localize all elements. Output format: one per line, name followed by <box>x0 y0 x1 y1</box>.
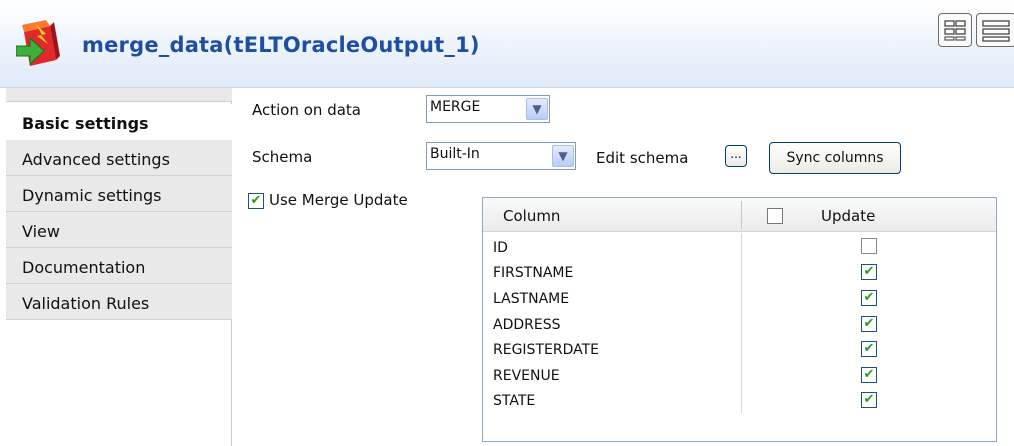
column-divider <box>741 201 742 229</box>
schema-label: Schema <box>252 148 313 166</box>
grid-view-button[interactable] <box>938 13 972 47</box>
settings-tabs: Basic settings Advanced settings Dynamic… <box>0 88 232 446</box>
tab-basic-settings[interactable]: Basic settings <box>6 104 232 140</box>
sync-columns-button[interactable]: Sync columns <box>769 142 901 174</box>
tab-dynamic-settings[interactable]: Dynamic settings <box>6 176 232 212</box>
tab-documentation[interactable]: Documentation <box>6 248 232 284</box>
action-on-data-label: Action on data <box>252 101 361 119</box>
column-header[interactable]: Column <box>503 207 560 225</box>
component-title: merge_data(tELTOracleOutput_1) <box>82 33 480 57</box>
use-merge-update-checkbox[interactable]: ✔ <box>248 193 264 209</box>
action-on-data-value: MERGE <box>430 99 481 115</box>
update-checkbox-firstname[interactable]: ✔ <box>861 264 877 280</box>
tabs-top-strip <box>6 88 232 102</box>
component-header: merge_data(tELTOracleOutput_1) <box>0 0 1014 88</box>
use-merge-update-label: Use Merge Update <box>269 191 408 209</box>
update-header[interactable]: Update <box>821 207 875 225</box>
table-row[interactable]: REGISTERDATE <box>493 342 599 358</box>
update-checkbox-registerdate[interactable]: ✔ <box>861 341 877 357</box>
schema-value: Built-In <box>430 146 480 162</box>
edit-schema-label: Edit schema <box>596 149 689 167</box>
row-column-divider <box>741 233 742 413</box>
schema-select[interactable]: Built-In ▼ <box>426 142 576 170</box>
update-checkbox-state[interactable]: ✔ <box>861 392 877 408</box>
table-row[interactable]: STATE <box>493 393 535 409</box>
table-header: Column Update <box>483 198 996 232</box>
update-checkbox-id[interactable] <box>861 238 877 254</box>
update-checkbox-lastname[interactable]: ✔ <box>861 290 877 306</box>
table-row[interactable]: REVENUE <box>493 368 560 384</box>
list-view-icon <box>982 20 1010 42</box>
tab-advanced-settings[interactable]: Advanced settings <box>6 140 232 176</box>
list-view-button[interactable] <box>976 13 1014 47</box>
action-on-data-select[interactable]: MERGE ▼ <box>426 95 550 123</box>
tab-validation-rules[interactable]: Validation Rules <box>6 284 232 320</box>
table-row[interactable]: LASTNAME <box>493 291 569 307</box>
tab-view[interactable]: View <box>6 212 232 248</box>
table-row[interactable]: ID <box>493 240 508 256</box>
component-icon <box>16 20 60 66</box>
merge-update-table: Column Update ID FIRSTNAME ✔ LASTNAME ✔ … <box>482 197 997 442</box>
update-all-checkbox[interactable] <box>767 208 783 224</box>
update-checkbox-address[interactable]: ✔ <box>861 316 877 332</box>
table-row[interactable]: FIRSTNAME <box>493 265 573 281</box>
grid-view-icon <box>944 20 966 41</box>
chevron-down-icon[interactable]: ▼ <box>552 145 574 167</box>
table-row[interactable]: ADDRESS <box>493 317 560 333</box>
edit-schema-button[interactable]: ... <box>725 145 747 167</box>
update-checkbox-revenue[interactable]: ✔ <box>861 367 877 383</box>
chevron-down-icon[interactable]: ▼ <box>526 98 548 120</box>
